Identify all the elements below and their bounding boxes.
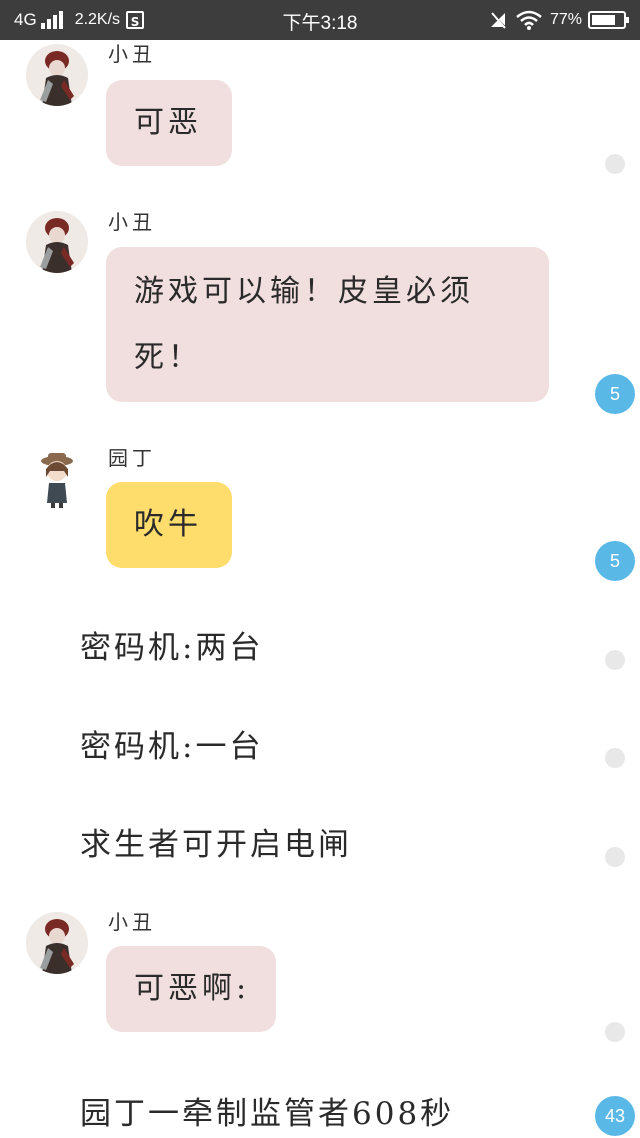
comment-count-badge[interactable]: 5 [595,374,635,414]
message-bubble[interactable]: 可恶 [106,80,232,166]
mute-icon [489,11,507,29]
clown-avatar[interactable] [26,912,88,974]
message-bubble[interactable]: 吹牛 [106,482,232,568]
message-line: 死！ [134,340,202,375]
speaker-name: 园丁 [108,446,156,470]
message-line: 游戏可以输！皮皇必须 [134,274,474,309]
status-bar: 4G 2.2K/s S 下午3:18 77% [0,0,640,40]
speaker-name: 小丑 [108,42,156,66]
comment-dot[interactable] [605,847,625,867]
narration-text: 园丁一牵制监管者608秒 [80,1096,455,1132]
message-bubble[interactable]: 游戏可以输！皮皇必须 死！ [106,247,549,402]
speaker-name: 小丑 [108,910,156,934]
narration-text: 求生者可开启电闸 [80,827,352,863]
battery-percent: 77% [549,11,582,28]
speaker-name: 小丑 [108,210,156,234]
clown-portrait-icon [26,211,88,273]
gardener-portrait-icon [26,447,88,509]
comment-dot[interactable] [605,748,625,768]
comment-count-badge[interactable]: 5 [595,541,635,581]
comment-dot[interactable] [605,650,625,670]
comment-dot[interactable] [605,154,625,174]
clown-portrait-icon [26,912,88,974]
comment-count-badge[interactable]: 43 [595,1096,635,1136]
clown-avatar[interactable] [26,44,88,106]
message-bubble[interactable]: 可恶啊: [106,946,276,1032]
comment-dot[interactable] [605,1022,625,1042]
clown-portrait-icon [26,44,88,106]
battery-fill [592,15,615,25]
status-right: 77% [488,8,629,32]
narration-text: 密码机:两台 [80,630,264,666]
wifi-icon [516,10,542,30]
clown-avatar[interactable] [26,211,88,273]
narration-text: 密码机:一台 [80,729,264,765]
gardener-avatar[interactable] [26,447,88,509]
battery-icon [588,11,629,29]
